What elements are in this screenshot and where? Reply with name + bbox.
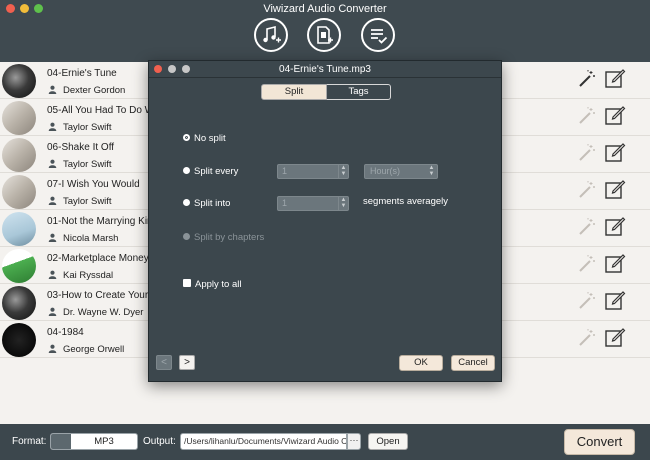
track-title: 02-Marketplace Money [47, 253, 149, 264]
apply-to-all-option[interactable]: Apply to all [183, 279, 241, 290]
stepper-arrows-icon[interactable]: ▲ ▼ [338, 197, 348, 210]
add-file-button[interactable] [307, 18, 341, 52]
tab-tags[interactable]: Tags [327, 84, 391, 100]
person-icon [48, 196, 57, 205]
split-dialog: 04-Ernie's Tune.mp3 Split Tags No split … [148, 60, 502, 382]
person-icon [48, 233, 57, 242]
format-label: Format: [12, 436, 47, 447]
open-output-button[interactable]: Open [368, 433, 408, 450]
add-file-icon [317, 26, 333, 44]
effects-wand-icon[interactable] [577, 69, 597, 89]
split-into-stepper[interactable]: 1 ▲ ▼ [277, 196, 349, 211]
apply-to-all-label: Apply to all [195, 279, 242, 290]
output-path-field[interactable]: /Users/lihanlu/Documents/Viwizard Audio … [180, 433, 347, 450]
split-every-stepper[interactable]: 1 ▲ ▼ [277, 164, 349, 179]
select-arrows-icon: ▲ ▼ [428, 165, 435, 177]
effects-wand-icon[interactable] [577, 217, 597, 237]
person-icon [48, 270, 57, 279]
album-art [2, 212, 36, 246]
track-artist: Kai Ryssdal [63, 270, 114, 281]
format-value: MP3 [94, 436, 114, 447]
edit-icon[interactable] [604, 289, 626, 311]
apply-to-all-checkbox[interactable] [183, 279, 191, 288]
previous-track-button[interactable]: < [156, 355, 172, 370]
split-unit-value: Hour(s) [370, 166, 401, 176]
track-artist: Taylor Swift [63, 122, 112, 133]
add-music-icon [263, 25, 281, 43]
track-artist: Nicola Marsh [63, 233, 119, 244]
no-split-option[interactable]: No split [183, 133, 226, 144]
browse-output-button[interactable]: ··· [347, 433, 361, 450]
track-title: 06-Shake It Off [47, 142, 115, 153]
no-split-radio[interactable] [183, 133, 190, 141]
next-track-button[interactable]: > [179, 355, 195, 370]
split-every-radio[interactable] [183, 166, 190, 174]
ok-button[interactable]: OK [399, 355, 443, 371]
album-art [2, 323, 36, 357]
person-icon [48, 85, 57, 94]
convert-button[interactable]: Convert [564, 429, 635, 455]
track-artist: Dexter Gordon [63, 85, 126, 96]
album-art [2, 175, 36, 209]
effects-wand-icon[interactable] [577, 180, 597, 200]
format-select[interactable]: MP3 [50, 433, 138, 450]
dialog-title-bar: 04-Ernie's Tune.mp3 [149, 61, 501, 78]
split-every-value: 1 [282, 166, 288, 176]
track-artist: George Orwell [63, 344, 125, 355]
split-into-option[interactable]: Split into [183, 198, 230, 209]
edit-icon[interactable] [604, 215, 626, 237]
app-title: Viwizard Audio Converter [263, 3, 387, 15]
no-split-label: No split [194, 133, 226, 144]
person-icon [48, 122, 57, 131]
track-title: 01-Not the Marrying Kind [47, 216, 159, 227]
track-title: 04-Ernie's Tune [47, 68, 117, 79]
split-unit-select[interactable]: Hour(s) ▲ ▼ [364, 164, 438, 179]
effects-wand-icon[interactable] [577, 254, 597, 274]
edit-icon[interactable] [604, 326, 626, 348]
album-art [2, 249, 36, 283]
edit-icon[interactable] [604, 104, 626, 126]
tab-split[interactable]: Split [261, 84, 327, 100]
album-art [2, 64, 36, 98]
split-into-label: Split into [194, 198, 231, 209]
track-title: 04-1984 [47, 327, 84, 338]
output-path-value: /Users/lihanlu/Documents/Viwizard Audio … [184, 436, 347, 446]
edit-icon[interactable] [604, 178, 626, 200]
edit-icon[interactable] [604, 141, 626, 163]
album-art [2, 138, 36, 172]
split-every-label: Split every [194, 166, 239, 177]
person-icon [48, 307, 57, 316]
stepper-arrows-icon[interactable]: ▲ ▼ [338, 165, 348, 178]
bottom-bar: Format: MP3 Output: /Users/lihanlu/Docum… [0, 424, 650, 460]
track-title: 07-I Wish You Would [47, 179, 140, 190]
effects-wand-icon[interactable] [577, 106, 597, 126]
dialog-title: 04-Ernie's Tune.mp3 [279, 64, 371, 75]
split-by-chapters-label: Split by chapters [194, 232, 265, 243]
title-bar: Viwizard Audio Converter [0, 0, 650, 62]
split-by-chapters-radio [183, 232, 190, 240]
person-icon [48, 159, 57, 168]
format-icon [51, 434, 71, 449]
effects-wand-icon[interactable] [577, 143, 597, 163]
track-artist: Taylor Swift [63, 196, 112, 207]
segments-label: segments averagely [363, 196, 449, 207]
split-into-radio[interactable] [183, 198, 190, 206]
effects-wand-icon[interactable] [577, 291, 597, 311]
person-icon [48, 344, 57, 353]
edit-icon[interactable] [604, 67, 626, 89]
converted-list-button[interactable] [361, 18, 395, 52]
track-artist: Taylor Swift [63, 159, 112, 170]
track-artist: Dr. Wayne W. Dyer [63, 307, 144, 318]
split-by-chapters-option: Split by chapters [183, 232, 264, 243]
effects-wand-icon[interactable] [577, 328, 597, 348]
add-music-button[interactable] [254, 18, 288, 52]
edit-icon[interactable] [604, 252, 626, 274]
split-into-value: 1 [282, 198, 288, 208]
album-art [2, 101, 36, 135]
album-art [2, 286, 36, 320]
cancel-button[interactable]: Cancel [451, 355, 495, 371]
converted-list-icon [371, 29, 388, 44]
split-every-option[interactable]: Split every [183, 166, 238, 177]
output-label: Output: [143, 436, 176, 447]
